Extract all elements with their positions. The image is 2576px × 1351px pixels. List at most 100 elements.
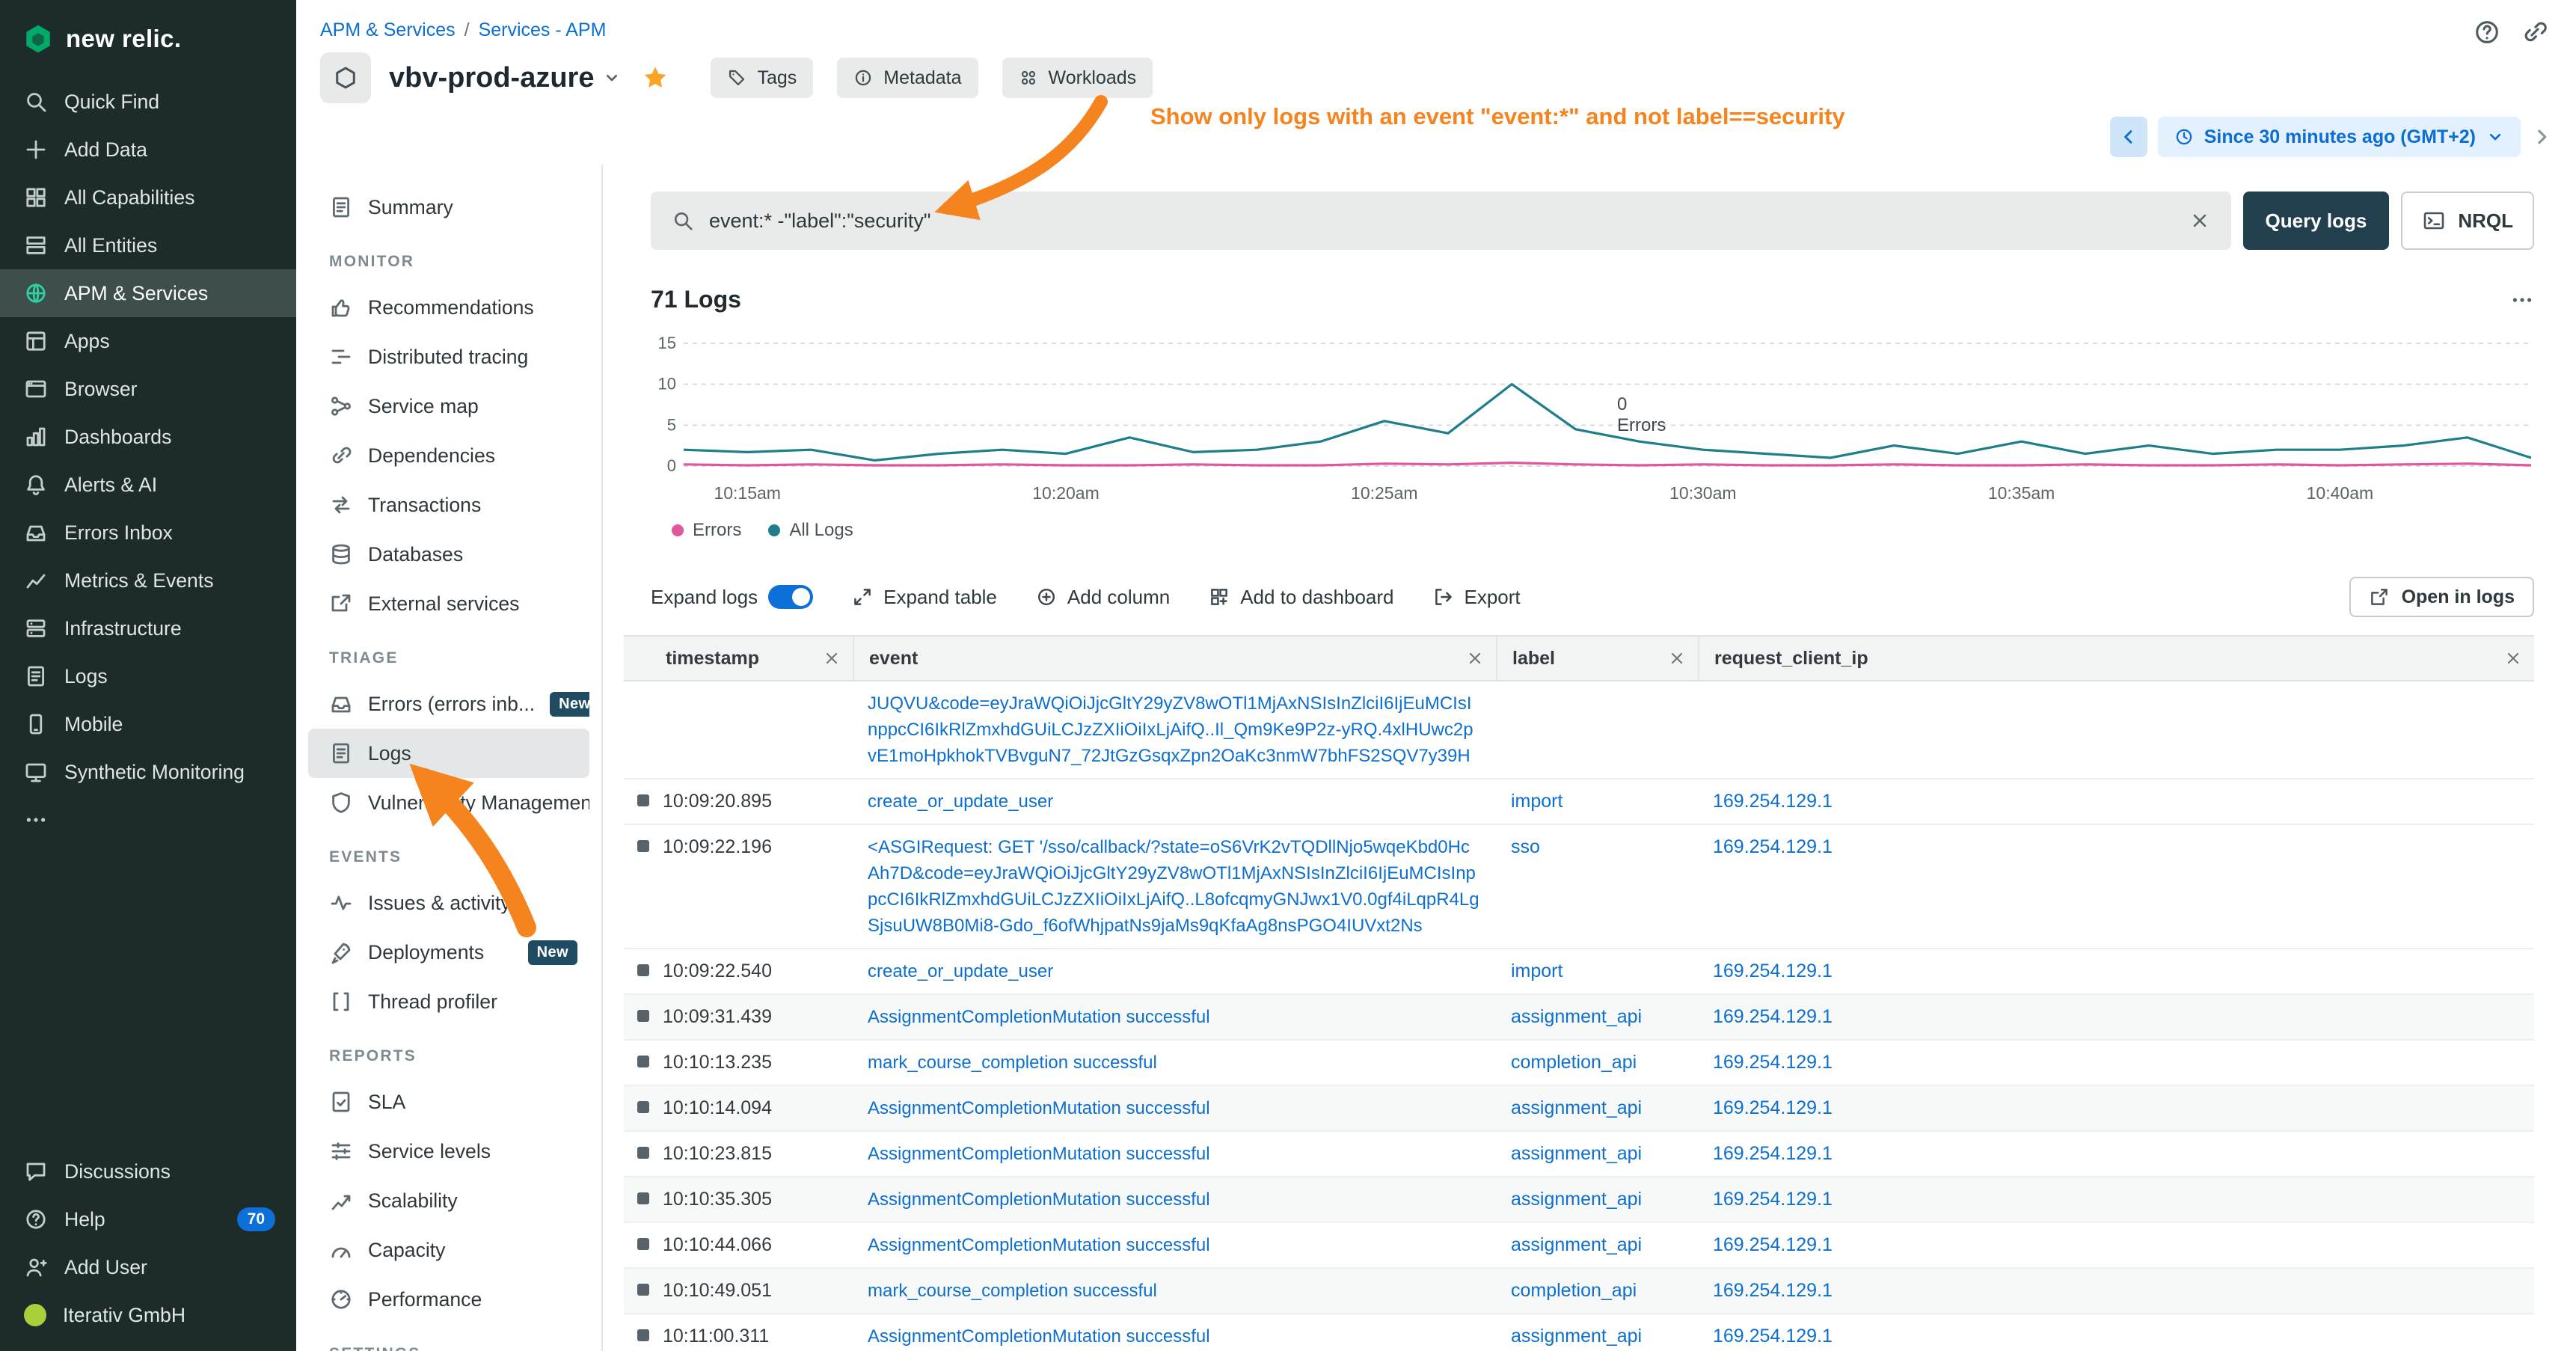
ip-link[interactable]: 169.254.129.1 [1713,1326,1833,1347]
log-row[interactable]: JUQVU&code=eyJraWQiOiJjcGltY29yZV8wOTl1M… [624,681,2534,779]
clear-search-icon[interactable] [2189,210,2210,231]
ip-link[interactable]: 169.254.129.1 [1713,1280,1833,1301]
legend-all-logs[interactable]: All Logs [768,520,853,541]
ip-link[interactable]: 169.254.129.1 [1713,1234,1833,1255]
subnav-item-vulnerability-management[interactable]: Vulnerability Management [308,778,589,827]
ip-link[interactable]: 169.254.129.1 [1713,791,1833,812]
sidebar-footer-discussions[interactable]: Discussions [0,1148,296,1195]
label-link[interactable]: assignment_api [1511,1326,1642,1347]
breadcrumb-link-apm-services[interactable]: APM & Services [320,19,456,41]
subnav-item-logs[interactable]: Logs [308,729,589,778]
ip-link[interactable]: 169.254.129.1 [1713,1097,1833,1118]
ip-link[interactable]: 169.254.129.1 [1713,961,1833,981]
sidebar-item-quick-find[interactable]: Quick Find [0,78,296,126]
subnav-item-dependencies[interactable]: Dependencies [308,431,589,480]
entity-dropdown-chevron-icon[interactable] [603,69,621,87]
subnav-item-service-map[interactable]: Service map [308,382,589,431]
open-in-logs-button[interactable]: Open in logs [2349,577,2534,617]
subnav-item-distributed-tracing[interactable]: Distributed tracing [308,332,589,382]
subnav-item-thread-profiler[interactable]: Thread profiler [308,977,589,1026]
more-menu-icon[interactable] [2510,288,2534,312]
sidebar-item-more[interactable] [0,796,296,844]
log-row[interactable]: 10:09:22.540create_or_update_userimport1… [624,949,2534,995]
time-back-button[interactable] [2110,117,2147,157]
subnav-item-capacity[interactable]: Capacity [308,1225,589,1275]
expand-logs-toggle[interactable] [768,585,813,609]
log-row[interactable]: 10:09:31.439AssignmentCompletionMutation… [624,995,2534,1041]
log-row[interactable]: 10:09:22.196<ASGIRequest: GET '/sso/call… [624,825,2534,949]
label-link[interactable]: import [1511,791,1563,812]
log-row[interactable]: 10:11:00.311AssignmentCompletionMutation… [624,1314,2534,1351]
event-link[interactable]: AssignmentCompletionMutation successful [868,1144,1210,1164]
logs-search-box[interactable] [651,192,2231,250]
label-link[interactable]: sso [1511,836,1540,857]
remove-column-timestamp-icon[interactable] [823,649,841,667]
sidebar-footer-add-user[interactable]: Add User [0,1243,296,1291]
ip-link[interactable]: 169.254.129.1 [1713,1143,1833,1164]
tags-button[interactable]: Tags [711,58,813,98]
event-link[interactable]: AssignmentCompletionMutation successful [868,1189,1210,1210]
sidebar-item-logs[interactable]: Logs [0,652,296,700]
label-link[interactable]: completion_api [1511,1280,1637,1301]
ip-link[interactable]: 169.254.129.1 [1713,1189,1833,1210]
log-row[interactable]: 10:10:49.051mark_course_completion succe… [624,1269,2534,1314]
sidebar-item-add-data[interactable]: Add Data [0,126,296,174]
subnav-item-recommendations[interactable]: Recommendations [308,283,589,332]
time-forward-chevron-icon[interactable] [2531,126,2552,147]
event-link[interactable]: AssignmentCompletionMutation successful [868,1007,1210,1027]
event-link[interactable]: create_or_update_user [868,961,1053,981]
nrql-button[interactable]: NRQL [2401,192,2534,250]
ip-link[interactable]: 169.254.129.1 [1713,1052,1833,1073]
add-column-button[interactable]: Add column [1036,586,1170,609]
event-link[interactable]: mark_course_completion successful [868,1053,1157,1073]
sidebar-item-synthetic-monitoring[interactable]: Synthetic Monitoring [0,748,296,796]
sidebar-item-browser[interactable]: Browser [0,365,296,413]
log-row[interactable]: 10:10:44.066AssignmentCompletionMutation… [624,1223,2534,1269]
logs-search-input[interactable] [709,209,2174,233]
label-link[interactable]: assignment_api [1511,1143,1642,1164]
subnav-item-scalability[interactable]: Scalability [308,1176,589,1225]
sidebar-item-all-capabilities[interactable]: All Capabilities [0,174,296,221]
label-link[interactable]: assignment_api [1511,1234,1642,1255]
subnav-item-databases[interactable]: Databases [308,530,589,579]
log-row[interactable]: 10:10:14.094AssignmentCompletionMutation… [624,1086,2534,1132]
metadata-button[interactable]: Metadata [837,58,978,98]
ip-link[interactable]: 169.254.129.1 [1713,836,1833,857]
sidebar-footer-iterativ-gmbh[interactable]: Iterativ GmbH [0,1291,296,1339]
entity-name[interactable]: vbv-prod-azure [389,62,594,94]
ip-link[interactable]: 169.254.129.1 [1713,1006,1833,1027]
sidebar-item-apps[interactable]: Apps [0,317,296,365]
event-link[interactable]: create_or_update_user [868,791,1053,812]
subnav-item-sla[interactable]: SLA [308,1077,589,1127]
event-link[interactable]: AssignmentCompletionMutation successful [868,1098,1210,1118]
remove-column-event-icon[interactable] [1466,649,1484,667]
label-link[interactable]: assignment_api [1511,1006,1642,1027]
event-link[interactable]: AssignmentCompletionMutation successful [868,1235,1210,1255]
log-row[interactable]: 10:10:23.815AssignmentCompletionMutation… [624,1132,2534,1177]
remove-column-label-icon[interactable] [1668,649,1686,667]
event-link[interactable]: mark_course_completion successful [868,1281,1157,1301]
sidebar-item-infrastructure[interactable]: Infrastructure [0,604,296,652]
log-row[interactable]: 10:10:13.235mark_course_completion succe… [624,1041,2534,1086]
expand-table-button[interactable]: Expand table [852,586,997,609]
subnav-item-deployments[interactable]: DeploymentsNew [308,928,589,977]
subnav-item-service-levels[interactable]: Service levels [308,1127,589,1176]
time-picker[interactable]: Since 30 minutes ago (GMT+2) [2158,117,2521,157]
breadcrumb-link-services-apm[interactable]: Services - APM [479,19,607,41]
add-to-dashboard-button[interactable]: Add to dashboard [1209,586,1393,609]
label-link[interactable]: completion_api [1511,1052,1637,1073]
sidebar-item-alerts-ai[interactable]: Alerts & AI [0,461,296,509]
subnav-item-transactions[interactable]: Transactions [308,480,589,530]
export-button[interactable]: Export [1433,586,1521,609]
subnav-item-summary[interactable]: Summary [308,183,589,232]
sidebar-item-metrics-events[interactable]: Metrics & Events [0,557,296,604]
log-row[interactable]: 10:09:20.895create_or_update_userimport1… [624,779,2534,825]
sidebar-item-all-entities[interactable]: All Entities [0,221,296,269]
brand-logo[interactable]: new relic. [0,0,296,78]
sidebar-footer-help[interactable]: Help70 [0,1195,296,1243]
favorite-star-icon[interactable] [642,64,669,91]
sidebar-item-errors-inbox[interactable]: Errors Inbox [0,509,296,557]
log-row[interactable]: 10:10:35.305AssignmentCompletionMutation… [624,1177,2534,1223]
subnav-item-external-services[interactable]: External services [308,579,589,628]
sidebar-item-apm-services[interactable]: APM & Services [0,269,296,317]
